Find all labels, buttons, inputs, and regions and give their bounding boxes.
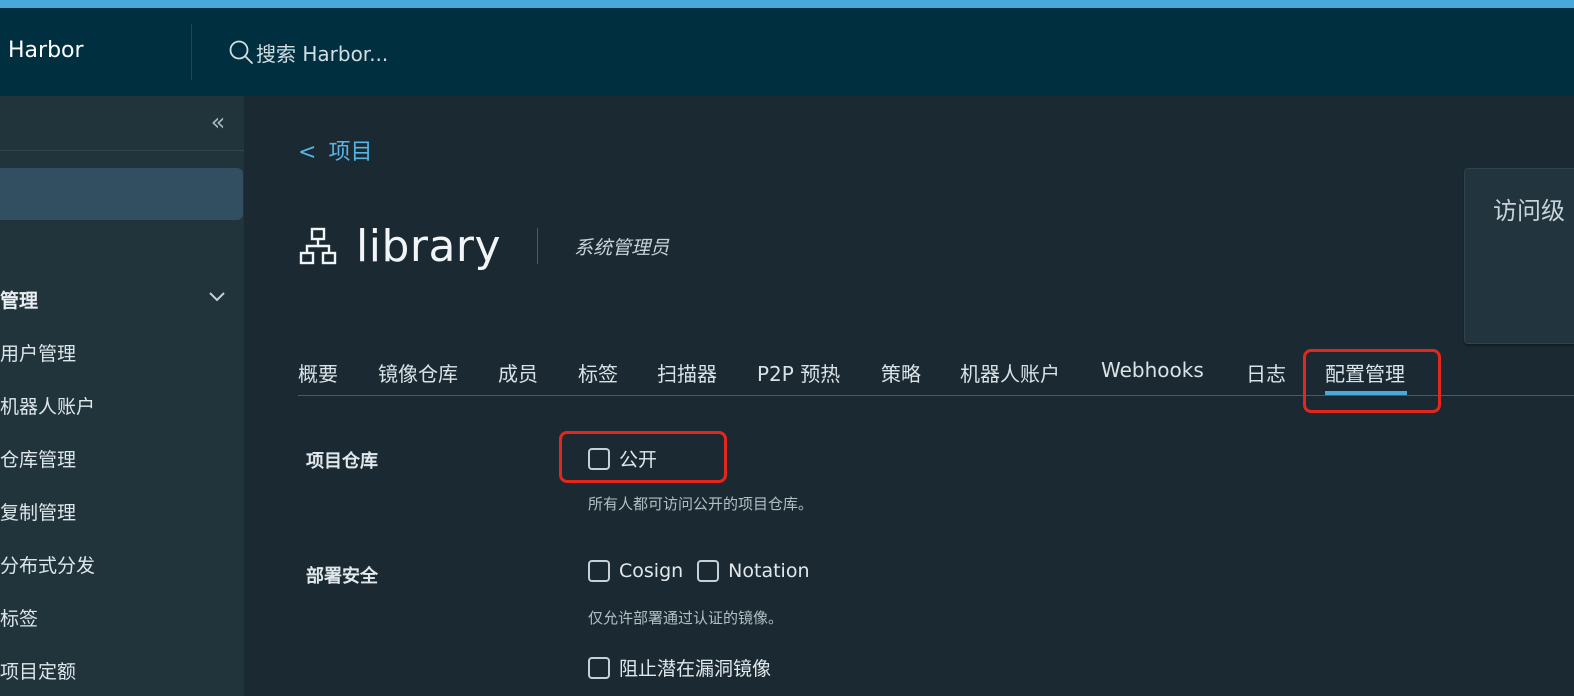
public-helper-text: 所有人都可访问公开的项目仓库。 <box>588 495 814 513</box>
sidebar-item-project-quotas[interactable]: 项目定额 <box>0 657 76 684</box>
notation-checkbox[interactable] <box>697 560 720 582</box>
project-role: 系统管理员 <box>574 236 670 259</box>
highlight-box-public <box>559 431 727 483</box>
prevent-vulnerable-option[interactable]: 阻止潜在漏洞镜像 <box>588 654 785 681</box>
sidebar-item-robot-accounts[interactable]: 机器人账户 <box>0 392 95 419</box>
main-content: < 项目 library 系统管理员 访问级 概要 镜像仓库 成员 标签 扫描器 … <box>244 96 1574 696</box>
back-chevron-icon: < <box>298 140 317 165</box>
global-search[interactable]: 搜索 Harbor... <box>228 38 388 66</box>
cosign-checkbox[interactable] <box>588 560 610 582</box>
deployment-security-label: 部署安全 <box>306 566 378 587</box>
prevent-vulnerable-checkbox-label[interactable]: 阻止潜在漏洞镜像 <box>619 654 771 681</box>
notation-checkbox-label[interactable]: Notation <box>728 560 809 582</box>
project-title-row: library 系统管理员 <box>298 216 669 276</box>
header-divider <box>191 24 192 80</box>
cosign-checkbox-label[interactable]: Cosign <box>619 560 683 582</box>
sidebar-group-admin[interactable]: 管理 <box>0 286 244 312</box>
sidebar: « 管理 用户管理 机器人账户 仓库管理 复制管理 分布式分发 标签 项目定额 <box>0 96 244 696</box>
tab-p2p-preheat[interactable]: P2P 预热 <box>757 358 840 387</box>
prevent-vulnerable-checkbox[interactable] <box>588 656 610 679</box>
brand-name[interactable]: Harbor <box>8 38 84 63</box>
tab-robot-accounts[interactable]: 机器人账户 <box>960 358 1060 387</box>
sidebar-item-active[interactable] <box>0 168 243 220</box>
tab-summary[interactable]: 概要 <box>298 358 338 387</box>
top-header: Harbor 搜索 Harbor... <box>0 8 1574 96</box>
collapse-sidebar-icon[interactable]: « <box>204 108 232 136</box>
access-level-card: 访问级 <box>1464 168 1574 344</box>
tab-webhooks[interactable]: Webhooks <box>1101 358 1204 382</box>
tab-repositories[interactable]: 镜像仓库 <box>378 358 458 387</box>
search-icon <box>229 40 253 64</box>
sidebar-divider <box>0 150 244 151</box>
project-name: library <box>356 220 502 272</box>
tab-scanner[interactable]: 扫描器 <box>657 358 717 387</box>
sidebar-item-users[interactable]: 用户管理 <box>0 339 76 366</box>
sidebar-item-distributions[interactable]: 分布式分发 <box>0 551 95 578</box>
sidebar-item-replications[interactable]: 复制管理 <box>0 498 76 525</box>
deployment-security-options: Cosign Notation <box>588 560 824 582</box>
project-icon <box>299 227 337 265</box>
tab-policy[interactable]: 策略 <box>881 358 921 387</box>
sidebar-item-labels[interactable]: 标签 <box>0 604 38 631</box>
tab-labels[interactable]: 标签 <box>578 358 618 387</box>
search-placeholder[interactable]: 搜索 Harbor... <box>256 38 388 67</box>
deployment-security-helper-text: 仅允许部署通过认证的镜像。 <box>588 609 784 627</box>
back-link-label: 项目 <box>328 140 373 165</box>
tab-logs[interactable]: 日志 <box>1246 358 1286 387</box>
sidebar-item-registries[interactable]: 仓库管理 <box>0 445 76 472</box>
back-to-projects-link[interactable]: < 项目 <box>298 134 372 166</box>
sidebar-group-label: 管理 <box>0 290 39 312</box>
highlight-box-config-tab <box>1303 349 1441 413</box>
project-registry-label: 项目仓库 <box>306 451 378 472</box>
title-divider <box>537 228 539 264</box>
access-level-card-title: 访问级 <box>1493 197 1565 225</box>
chevron-down-icon <box>209 292 225 302</box>
tab-members[interactable]: 成员 <box>498 358 538 387</box>
top-accent-stripe <box>0 0 1574 8</box>
